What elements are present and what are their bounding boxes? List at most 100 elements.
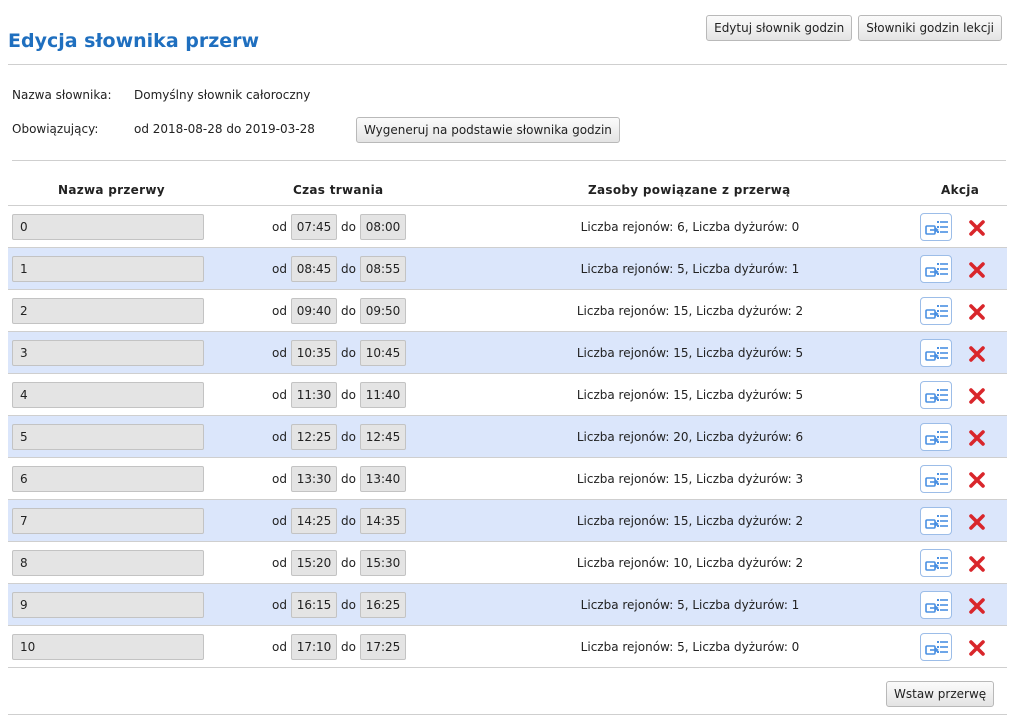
delete-break-button[interactable]: [968, 429, 986, 447]
edit-resources-button[interactable]: [920, 339, 952, 367]
to-label: do: [341, 472, 356, 486]
break-name-input[interactable]: 5: [12, 424, 204, 450]
divider: [12, 160, 1006, 161]
start-time-input[interactable]: 13:30: [291, 466, 337, 492]
edit-resources-button[interactable]: [920, 633, 952, 661]
end-time-input[interactable]: 09:50: [360, 298, 406, 324]
edit-resources-button[interactable]: [920, 591, 952, 619]
break-name-input[interactable]: 0: [12, 214, 204, 240]
resources-summary: Liczba rejonów: 5, Liczba dyżurów: 1: [580, 598, 800, 612]
delete-icon: [968, 262, 986, 282]
break-name-input[interactable]: 7: [12, 508, 204, 534]
to-label: do: [341, 388, 356, 402]
start-time-input[interactable]: 17:10: [291, 634, 337, 660]
to-label: do: [341, 220, 356, 234]
edit-resources-button[interactable]: [920, 465, 952, 493]
to-label: do: [341, 514, 356, 528]
break-name-input[interactable]: 4: [12, 382, 204, 408]
end-time-input[interactable]: 17:25: [360, 634, 406, 660]
delete-break-button[interactable]: [968, 219, 986, 237]
table-row: 2 od 09:40 do 09:50 Liczba rejonów: 15, Liczb…: [8, 290, 1007, 332]
delete-icon: [968, 220, 986, 240]
edit-resources-button[interactable]: [920, 507, 952, 535]
to-label: do: [341, 556, 356, 570]
end-time-input[interactable]: 14:35: [360, 508, 406, 534]
divider: [8, 64, 1007, 65]
from-label: od: [272, 220, 287, 234]
resources-summary: Liczba rejonów: 15, Liczba dyżurów: 3: [576, 472, 804, 486]
end-time-input[interactable]: 13:40: [360, 466, 406, 492]
dictionary-name-value: Domyślny słownik całoroczny: [134, 88, 311, 102]
delete-icon: [968, 472, 986, 492]
end-time-input[interactable]: 11:40: [360, 382, 406, 408]
table-row: 7 od 14:25 do 14:35 Liczba rejonów: 15, Liczb…: [8, 500, 1007, 542]
resources-summary: Liczba rejonów: 10, Liczba dyżurów: 2: [576, 556, 804, 570]
end-time-input[interactable]: 10:45: [360, 340, 406, 366]
start-time-input[interactable]: 08:45: [291, 256, 337, 282]
delete-break-button[interactable]: [968, 513, 986, 531]
end-time-input[interactable]: 12:45: [360, 424, 406, 450]
start-time-input[interactable]: 11:30: [291, 382, 337, 408]
delete-break-button[interactable]: [968, 303, 986, 321]
hours-dictionaries-button[interactable]: Słowniki godzin lekcji: [858, 15, 1002, 41]
delete-icon: [968, 640, 986, 660]
delete-break-button[interactable]: [968, 387, 986, 405]
delete-icon: [968, 430, 986, 450]
start-time-input[interactable]: 16:15: [291, 592, 337, 618]
generate-from-hours-button[interactable]: Wygeneruj na podstawie słownika godzin: [356, 117, 620, 143]
end-time-input[interactable]: 15:30: [360, 550, 406, 576]
resources-summary: Liczba rejonów: 15, Liczba dyżurów: 2: [576, 514, 804, 528]
column-header-action: Akcja: [941, 183, 980, 197]
resources-summary: Liczba rejonów: 5, Liczba dyżurów: 0: [580, 640, 800, 654]
delete-icon: [968, 304, 986, 324]
edit-hours-dictionary-button[interactable]: Edytuj słownik godzin: [706, 15, 853, 41]
table-row: 3 od 10:35 do 10:45 Liczba rejonów: 15, Liczb…: [8, 332, 1007, 374]
end-time-input[interactable]: 16:25: [360, 592, 406, 618]
table-row: 5 od 12:25 do 12:45 Liczba rejonów: 20, Liczb…: [8, 416, 1007, 458]
from-label: od: [272, 430, 287, 444]
resources-summary: Liczba rejonów: 20, Liczba dyżurów: 6: [576, 430, 804, 444]
divider: [8, 714, 1007, 715]
break-name-input[interactable]: 10: [12, 634, 204, 660]
break-name-input[interactable]: 2: [12, 298, 204, 324]
delete-break-button[interactable]: [968, 345, 986, 363]
column-header-name: Nazwa przerwy: [58, 183, 165, 197]
to-label: do: [341, 640, 356, 654]
edit-resources-button[interactable]: [920, 297, 952, 325]
to-label: do: [341, 430, 356, 444]
delete-break-button[interactable]: [968, 555, 986, 573]
column-header-resources: Zasoby powiązane z przerwą: [588, 183, 791, 197]
page-title: Edycja słownika przerw: [8, 30, 260, 52]
start-time-input[interactable]: 14:25: [291, 508, 337, 534]
start-time-input[interactable]: 10:35: [291, 340, 337, 366]
delete-break-button[interactable]: [968, 471, 986, 489]
from-label: od: [272, 598, 287, 612]
insert-break-button[interactable]: Wstaw przerwę: [886, 681, 995, 707]
edit-resources-button[interactable]: [920, 381, 952, 409]
delete-icon: [968, 346, 986, 366]
from-label: od: [272, 262, 287, 276]
edit-resources-button[interactable]: [920, 255, 952, 283]
to-label: do: [341, 598, 356, 612]
resources-summary: Liczba rejonów: 5, Liczba dyżurów: 1: [580, 262, 800, 276]
start-time-input[interactable]: 07:45: [291, 214, 337, 240]
from-label: od: [272, 556, 287, 570]
edit-resources-button[interactable]: [920, 213, 952, 241]
break-name-input[interactable]: 9: [12, 592, 204, 618]
to-label: do: [341, 304, 356, 318]
valid-period-label: Obowiązujący:: [12, 122, 99, 136]
break-name-input[interactable]: 3: [12, 340, 204, 366]
start-time-input[interactable]: 12:25: [291, 424, 337, 450]
edit-resources-button[interactable]: [920, 549, 952, 577]
break-name-input[interactable]: 1: [12, 256, 204, 282]
start-time-input[interactable]: 15:20: [291, 550, 337, 576]
delete-break-button[interactable]: [968, 261, 986, 279]
end-time-input[interactable]: 08:00: [360, 214, 406, 240]
edit-resources-button[interactable]: [920, 423, 952, 451]
delete-break-button[interactable]: [968, 597, 986, 615]
delete-break-button[interactable]: [968, 639, 986, 657]
start-time-input[interactable]: 09:40: [291, 298, 337, 324]
end-time-input[interactable]: 08:55: [360, 256, 406, 282]
break-name-input[interactable]: 8: [12, 550, 204, 576]
break-name-input[interactable]: 6: [12, 466, 204, 492]
